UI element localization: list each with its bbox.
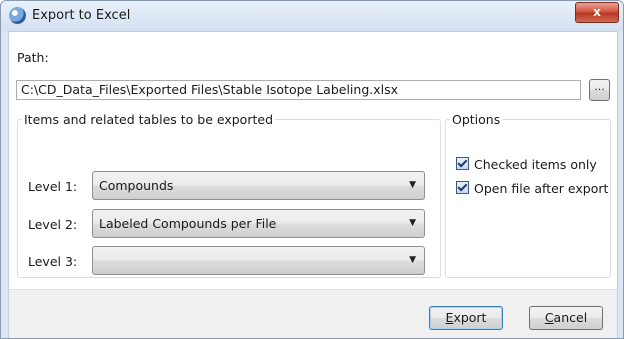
export-button[interactable]: Export: [429, 306, 503, 330]
checked-items-only-option[interactable]: Checked items only: [456, 157, 597, 172]
browse-button[interactable]: ...: [589, 79, 610, 101]
level-2-value: Labeled Compounds per File: [99, 216, 277, 231]
button-bar: Export Cancel: [9, 289, 617, 338]
close-button[interactable]: x: [575, 2, 619, 23]
options-group: Options Checked items only Open file aft…: [445, 112, 611, 278]
open-after-export-checkbox[interactable]: [456, 181, 469, 194]
open-after-export-label: Open file after export: [474, 181, 609, 196]
app-icon: [9, 7, 26, 24]
items-group-legend: Items and related tables to be exported: [24, 112, 273, 127]
path-label: Path:: [17, 50, 49, 65]
export-dialog: Export to Excel x Path: C:\CD_Data_Files…: [0, 0, 624, 339]
level-1-select[interactable]: Compounds ▼: [92, 171, 425, 200]
title-bar: Export to Excel x: [1, 1, 623, 31]
cancel-mnemonic: C: [544, 310, 554, 325]
level-2-label: Level 2:: [28, 217, 78, 232]
items-group: Items and related tables to be exported …: [17, 112, 441, 278]
level-3-select[interactable]: ▼: [92, 246, 425, 275]
open-after-export-option[interactable]: Open file after export: [456, 181, 608, 196]
chevron-down-icon: ▼: [409, 218, 416, 228]
export-label-rest: xport: [453, 310, 487, 325]
cancel-label-rest: ancel: [553, 310, 588, 325]
checked-items-only-label: Checked items only: [474, 157, 597, 172]
chevron-down-icon: ▼: [409, 255, 416, 265]
window-title: Export to Excel: [32, 8, 131, 23]
checked-items-only-checkbox[interactable]: [456, 157, 469, 170]
path-input[interactable]: C:\CD_Data_Files\Exported Files\Stable I…: [16, 80, 581, 100]
level-3-label: Level 3:: [28, 254, 78, 269]
options-group-legend: Options: [452, 112, 501, 127]
level-1-value: Compounds: [99, 178, 174, 193]
chevron-down-icon: ▼: [409, 180, 416, 190]
level-2-select[interactable]: Labeled Compounds per File ▼: [92, 209, 425, 238]
level-1-label: Level 1:: [28, 179, 78, 194]
dialog-body: Path: C:\CD_Data_Files\Exported Files\St…: [8, 31, 618, 338]
cancel-button[interactable]: Cancel: [529, 306, 603, 330]
